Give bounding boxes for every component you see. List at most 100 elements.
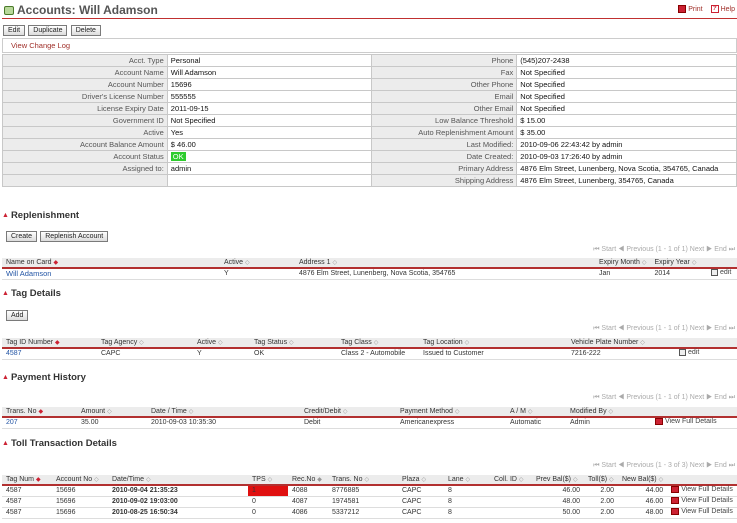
col-tag-agency[interactable]: Tag Agency ◇ [97, 338, 193, 349]
view-full-details-link[interactable]: View Full Details [671, 508, 733, 515]
field-label: Active [2, 126, 168, 139]
edit-icon [711, 269, 718, 277]
info-row: Assigned to: admin Primary Address 4876 Elm… [2, 162, 737, 175]
field-value: 15696 [166, 78, 373, 91]
col-tag-id[interactable]: Tag ID Number ◆ [2, 338, 97, 349]
view-full-details-link[interactable]: View Full Details [671, 497, 733, 504]
col-trans-no[interactable]: Trans. No ◇ [328, 475, 398, 486]
view-full-details-link[interactable]: View Full Details [671, 486, 733, 494]
field-value: admin [166, 162, 373, 175]
edit-button[interactable]: Edit [3, 25, 26, 36]
field-value: 2010-09-06 22:43:42 by admin [516, 138, 737, 151]
table-row: Will Adamson Y 4876 Elm Street, Lunenber… [2, 268, 737, 280]
field-label: Fax [371, 66, 518, 79]
tag-details-section-title: ▲ Tag Details [2, 288, 61, 299]
payments-table: Trans. No ◆ Amount ◇ Date / Time ◇ Credi… [2, 407, 737, 429]
details-icon [655, 418, 663, 426]
col-payment-method[interactable]: Payment Method ◇ [396, 407, 506, 418]
col-am[interactable]: A / M ◇ [506, 407, 566, 418]
add-button[interactable]: Add [6, 310, 29, 321]
field-label: Last Modified: [371, 138, 518, 151]
trans-no-link[interactable]: 207 [6, 419, 18, 426]
col-credit-debit[interactable]: Credit/Debit ◇ [300, 407, 396, 418]
col-address[interactable]: Address 1 ◇ [295, 258, 595, 269]
field-value: 4876 Elm Street, Lunenberg, 354765, Cana… [516, 174, 737, 187]
tags-table: Tag ID Number ◆ Tag Agency ◇ Active ◇ Ta… [2, 338, 737, 360]
payment-history-section-title: ▲ Payment History [2, 372, 86, 383]
field-label: Phone [371, 54, 518, 67]
collapse-icon[interactable]: ▲ [2, 290, 9, 297]
col-new-bal[interactable]: New Bal($) ◇ [618, 475, 668, 486]
print-link[interactable]: Print [678, 5, 703, 13]
replenishment-toolbar: Create Replenish Account [6, 231, 109, 242]
col-expiry-year[interactable]: Expiry Year ◇ [650, 258, 707, 269]
col-active[interactable]: Active ◇ [193, 338, 250, 349]
edit-link[interactable]: edit [711, 269, 731, 277]
col-prev-bal[interactable]: Prev Bal($) ◇ [532, 475, 584, 486]
table-row: 4587 15696 2010-09-02 19:03:00 0 4087 1974581… [2, 496, 737, 508]
col-tag-class[interactable]: Tag Class ◇ [337, 338, 419, 349]
col-rec-no[interactable]: Rec.No ◆ [288, 475, 328, 486]
collapse-icon[interactable]: ▲ [2, 440, 9, 447]
col-amount[interactable]: Amount ◇ [77, 407, 147, 418]
info-row: Account Name Will Adamson Fax Not Specified [2, 66, 737, 79]
col-trans-no[interactable]: Trans. No ◆ [2, 407, 77, 418]
field-label [2, 174, 168, 187]
field-label: Account Number [2, 78, 168, 91]
view-full-details-link[interactable]: View Full Details [655, 418, 717, 426]
field-value: OK [166, 150, 373, 163]
edit-link[interactable]: edit [679, 349, 699, 357]
help-link[interactable]: ? Help [710, 5, 735, 13]
view-change-log-link[interactable]: View Change Log [2, 38, 737, 53]
collapse-icon[interactable]: ▲ [2, 374, 9, 381]
col-plaza[interactable]: Plaza ◇ [398, 475, 444, 486]
info-row: Account Number 15696 Other Phone Not Specif… [2, 78, 737, 91]
replenish-account-button[interactable]: Replenish Account [40, 231, 109, 242]
field-value: $ 15.00 [516, 114, 737, 127]
field-value: Not Specified [516, 90, 737, 103]
header-divider [2, 18, 737, 19]
field-label: Account Balance Amount [2, 138, 168, 151]
col-expiry-month[interactable]: Expiry Month ◇ [595, 258, 651, 269]
col-coll-id[interactable]: Coll. ID ◇ [490, 475, 532, 486]
tolls-pager[interactable]: ⏮ Start ◀ Previous (1 - 3 of 3) Next ▶ E… [593, 462, 735, 470]
account-icon [4, 5, 14, 15]
col-name-on-card[interactable]: Name on Card ◆ [2, 258, 220, 269]
table-row: 207 35.00 2010-09-03 10:35:30 Debit Amer… [2, 417, 737, 429]
card-name-link[interactable]: Will Adamson [6, 269, 51, 278]
print-icon [678, 5, 687, 13]
field-label: Auto Replenishment Amount [371, 126, 518, 139]
col-modified-by[interactable]: Modified By ◇ [566, 407, 651, 418]
col-date-time[interactable]: Date/Time ◇ [108, 475, 248, 486]
col-tag-status[interactable]: Tag Status ◇ [250, 338, 337, 349]
col-date-time[interactable]: Date / Time ◇ [147, 407, 300, 418]
delete-button[interactable]: Delete [70, 25, 101, 36]
collapse-icon[interactable]: ▲ [2, 212, 9, 219]
field-value: Not Specified [516, 66, 737, 79]
replenishment-table: Name on Card ◆ Active ◇ Address 1 ◇ Expi… [2, 258, 737, 280]
tag-id-link[interactable]: 4587 [6, 350, 22, 357]
info-row: Government ID Not Specified Low Balance Th… [2, 114, 737, 127]
col-account-no[interactable]: Account No ◇ [52, 475, 108, 486]
col-tag-num[interactable]: Tag Num ◆ [2, 475, 52, 486]
payments-pager[interactable]: ⏮ Start ◀ Previous (1 - 1 of 1) Next ▶ E… [593, 394, 735, 402]
replenishment-pager[interactable]: ⏮ Start ◀ Previous (1 - 1 of 1) Next ▶ E… [593, 246, 735, 254]
tags-pager[interactable]: ⏮ Start ◀ Previous (1 - 1 of 1) Next ▶ E… [593, 325, 735, 333]
details-icon [671, 508, 680, 515]
col-tps[interactable]: TPS ◇ [248, 475, 288, 486]
replenishment-section-title: ▲ Replenishment [2, 210, 80, 221]
field-label: Low Balance Threshold [371, 114, 518, 127]
tags-toolbar: Add [6, 310, 29, 321]
field-label: Primary Address [371, 162, 518, 175]
col-lane[interactable]: Lane ◇ [444, 475, 490, 486]
duplicate-button[interactable]: Duplicate [28, 25, 68, 36]
create-button[interactable]: Create [6, 231, 38, 242]
col-toll[interactable]: Toll($) ◇ [584, 475, 618, 486]
field-value: Personal [166, 54, 373, 67]
col-tag-location[interactable]: Tag Location ◇ [419, 338, 567, 349]
field-label: Date Created: [371, 150, 518, 163]
col-plate[interactable]: Vehicle Plate Number ◇ [567, 338, 675, 349]
field-label: Other Phone [371, 78, 518, 91]
field-label: Email [371, 90, 518, 103]
col-active[interactable]: Active ◇ [220, 258, 295, 269]
